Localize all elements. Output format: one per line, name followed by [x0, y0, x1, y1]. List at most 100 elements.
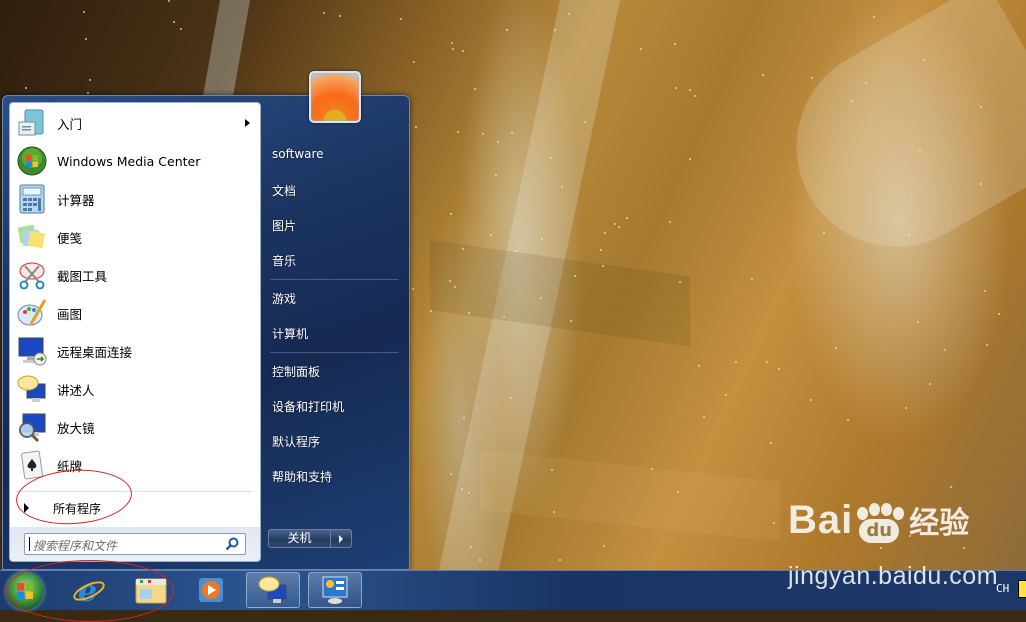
- sparkle: [584, 121, 586, 123]
- sparkle: [980, 183, 982, 185]
- control-panel-icon: [322, 576, 348, 604]
- programs-pane: 入门 Windows Media Center 计算器 便笺 截图工具 画图 远…: [9, 102, 261, 562]
- sparkle: [468, 492, 470, 494]
- program-label: 计算器: [57, 192, 95, 208]
- taskbar-control-panel[interactable]: [308, 572, 362, 608]
- sparkle: [640, 48, 642, 50]
- program-narrator[interactable]: 讲述人: [14, 371, 258, 407]
- snipping-tool-icon: [16, 259, 48, 291]
- sparkle: [462, 50, 464, 52]
- right-item-user-folder[interactable]: software: [272, 147, 324, 161]
- right-item-computer[interactable]: 计算机: [272, 325, 308, 342]
- start-menu: 入门 Windows Media Center 计算器 便笺 截图工具 画图 远…: [2, 95, 410, 570]
- all-programs-button[interactable]: 所有程序: [14, 495, 258, 521]
- sparkle: [474, 88, 476, 90]
- sparkle: [515, 250, 517, 252]
- sparkle: [415, 126, 417, 128]
- right-item-default-programs[interactable]: 默认程序: [272, 433, 320, 450]
- sparkle: [880, 547, 882, 549]
- right-item-control-panel[interactable]: 控制面板: [272, 363, 320, 380]
- sparkle: [735, 361, 737, 363]
- sparkle: [725, 394, 727, 396]
- sparkle: [929, 383, 931, 385]
- sparkle: [413, 61, 415, 63]
- sparkle: [454, 286, 456, 288]
- search-input[interactable]: 搜索程序和文件: [24, 533, 246, 555]
- sparkle: [554, 29, 556, 31]
- sparkle: [540, 297, 542, 299]
- sparkle: [449, 280, 451, 282]
- program-remote-desktop[interactable]: 远程桌面连接: [14, 333, 258, 369]
- program-snipping-tool[interactable]: 截图工具: [14, 257, 258, 293]
- shutdown-options-button[interactable]: [331, 529, 352, 548]
- sparkle: [963, 547, 965, 549]
- sparkle: [980, 106, 982, 108]
- program-label: 放大镜: [57, 420, 95, 436]
- sparkle: [905, 407, 907, 409]
- sparkle: [452, 48, 454, 50]
- sparkle: [462, 248, 464, 250]
- sparkle: [944, 349, 946, 351]
- sparkle: [602, 265, 604, 267]
- narrator-icon: [16, 373, 48, 405]
- sparkle: [773, 522, 775, 524]
- program-label: Windows Media Center: [57, 153, 201, 169]
- taskbar-narrator[interactable]: [246, 572, 300, 608]
- sparkle: [835, 347, 837, 349]
- calculator-icon: [16, 183, 48, 215]
- program-getting-started[interactable]: 入门: [14, 105, 258, 141]
- sparkle: [173, 21, 175, 23]
- sparkle: [811, 77, 813, 79]
- sparkle: [986, 344, 988, 346]
- program-calculator[interactable]: 计算器: [14, 181, 258, 217]
- sparkle: [85, 38, 87, 40]
- sparkle: [574, 275, 576, 277]
- sparkle: [568, 13, 570, 15]
- sparkle: [87, 92, 89, 94]
- taskbar-media-player[interactable]: [184, 572, 238, 608]
- search-icon[interactable]: [225, 537, 239, 551]
- divider: [270, 352, 398, 353]
- shutdown-button[interactable]: 关机: [268, 529, 331, 548]
- sparkle: [998, 313, 1000, 315]
- sparkle: [810, 399, 812, 401]
- sparkle: [677, 491, 679, 493]
- all-programs-label: 所有程序: [53, 501, 102, 516]
- sparkle: [689, 89, 691, 91]
- program-media-center[interactable]: Windows Media Center: [14, 143, 258, 179]
- sparkle: [323, 12, 325, 14]
- taskbar-windows-explorer[interactable]: [124, 572, 178, 608]
- start-button[interactable]: [6, 572, 44, 610]
- program-paint[interactable]: 画图: [14, 295, 258, 331]
- right-item-documents[interactable]: 文档: [272, 182, 296, 199]
- sparkle: [490, 234, 492, 236]
- right-item-music[interactable]: 音乐: [272, 252, 296, 269]
- right-item-pictures[interactable]: 图片: [272, 217, 296, 234]
- sparkle: [561, 186, 563, 188]
- program-label: 画图: [57, 306, 83, 322]
- sparkle: [694, 95, 696, 97]
- watermark-cn: 经验: [909, 506, 970, 541]
- user-account-picture[interactable]: [309, 71, 361, 123]
- program-solitaire[interactable]: 纸牌: [14, 447, 258, 483]
- remote-desktop-icon: [16, 335, 48, 367]
- sparkle: [430, 310, 432, 312]
- program-sticky-notes[interactable]: 便笺: [14, 219, 258, 255]
- submenu-arrow-icon[interactable]: [245, 119, 250, 127]
- program-magnifier[interactable]: 放大镜: [14, 409, 258, 445]
- sparkle: [762, 74, 764, 76]
- sparkle: [919, 149, 921, 151]
- right-item-games[interactable]: 游戏: [272, 290, 296, 307]
- right-item-devices-printers[interactable]: 设备和打印机: [272, 398, 344, 415]
- sparkle: [751, 278, 753, 280]
- baidu-watermark: Bai du 经验: [788, 498, 969, 543]
- sparkle: [679, 281, 681, 283]
- right-item-help-support[interactable]: 帮助和支持: [272, 468, 332, 485]
- sparkle: [600, 249, 602, 251]
- sparkle: [83, 11, 85, 13]
- sparkle: [451, 42, 453, 44]
- sparkle: [450, 213, 452, 215]
- ime-icon[interactable]: [1018, 580, 1026, 598]
- divider: [16, 491, 252, 492]
- taskbar-internet-explorer[interactable]: e: [62, 572, 116, 608]
